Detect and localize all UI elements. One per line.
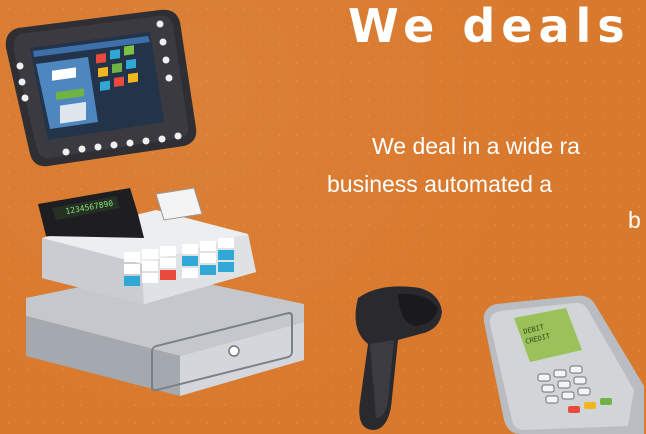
description-line-2: business automated a (327, 171, 553, 197)
tablet-pos-icon (0, 8, 200, 168)
headline: We deals (348, 0, 631, 53)
cash-register-icon: 1234567890 (12, 186, 312, 406)
barcode-scanner-icon (340, 278, 450, 434)
card-terminal-icon: DEBIT CREDIT (478, 294, 646, 434)
description-line-1: We deal in a wide ra (372, 133, 580, 159)
description-line-3: b (628, 207, 641, 233)
